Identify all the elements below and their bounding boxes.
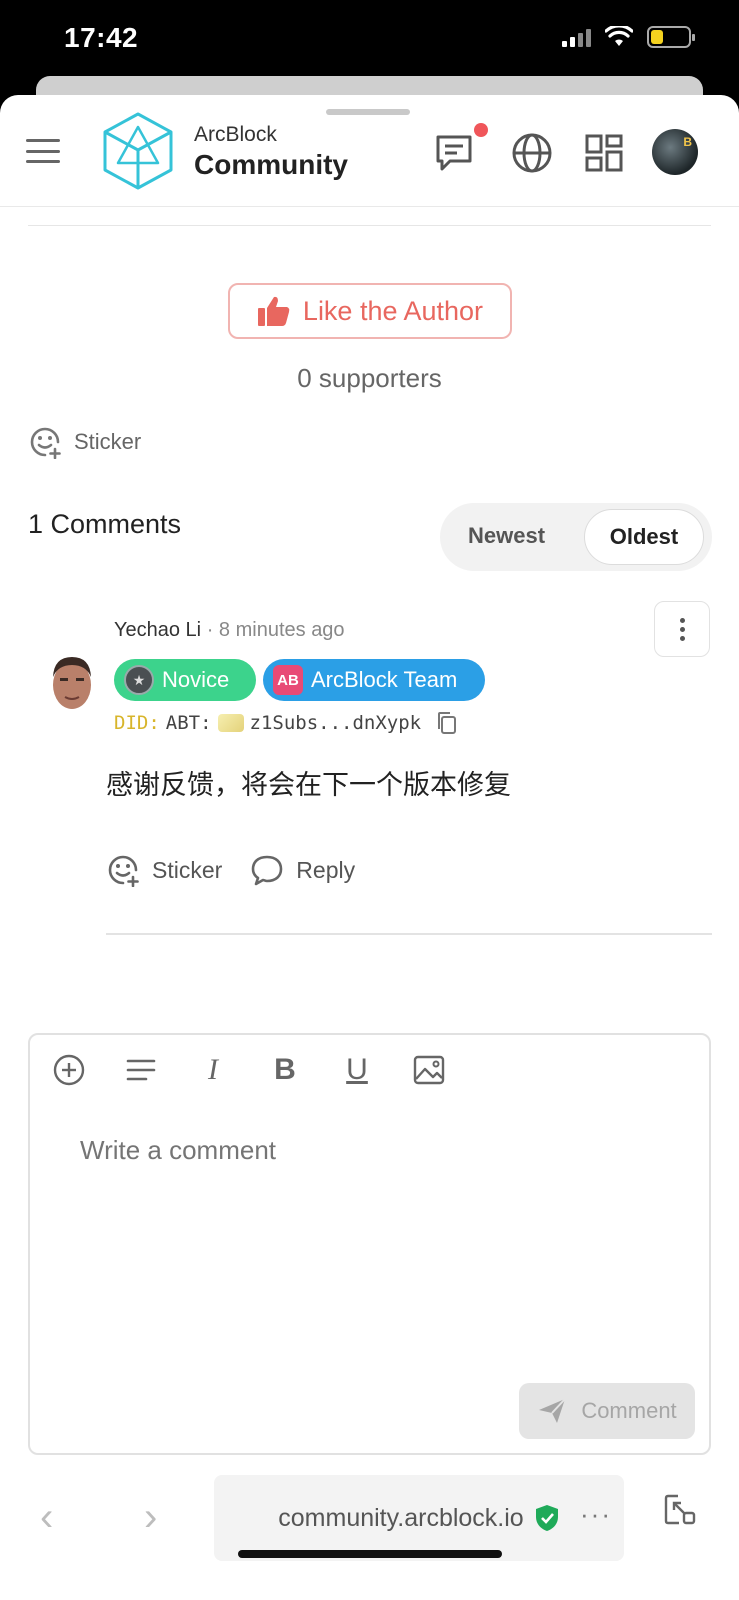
divider [28,225,711,226]
italic-icon[interactable]: I [196,1053,230,1087]
comment-input[interactable] [80,1135,640,1166]
brand-top: ArcBlock [194,123,277,146]
status-time: 17:42 [64,22,139,53]
comment-time: 8 minutes ago [218,619,345,641]
sticker-icon [30,427,61,459]
novice-badge-label: Novice [162,667,230,692]
comment-more-button[interactable] [654,601,710,657]
arcblock-team-icon: AB [273,665,303,695]
meta-separator: · [206,619,214,641]
reply-label: Reply [296,856,356,883]
brand-bottom: Community [194,149,348,180]
battery-icon [647,26,695,48]
address-bar[interactable]: community.arcblock.io [214,1475,624,1561]
underline-icon[interactable]: U [340,1053,374,1087]
editor-toolbar: I B U [52,1053,446,1087]
thumbs-up-icon [257,296,290,326]
sticker-label: Sticker [74,429,142,454]
did-chain: ABT: [165,712,212,734]
divider [106,933,712,935]
copy-icon[interactable] [435,711,457,735]
like-author-button[interactable]: Like the Author [228,283,512,339]
did-avatar-icon [217,714,244,732]
commenter-avatar[interactable] [48,651,96,713]
team-badge: AB ArcBlock Team [263,659,485,701]
comment-sticker-button[interactable]: Sticker [106,853,222,887]
collapse-window-icon[interactable] [664,1493,696,1525]
browser-toolbar: ‹ › community.arcblock.io ··· [0,1467,739,1600]
page-sheet: ArcBlock Community B Like the Author 0 s… [0,95,739,1600]
comment-author[interactable]: Yechao Li [114,619,201,641]
send-icon [539,1398,567,1423]
sort-oldest-button[interactable]: Oldest [584,509,704,565]
secure-shield-icon [535,1505,558,1531]
app-header: ArcBlock Community [0,95,739,207]
apps-icon[interactable] [582,131,626,175]
back-arrow-icon[interactable]: ‹ [40,1495,53,1540]
did-value: z1Subs...dnXypk [249,712,422,734]
comment-sticker-label: Sticker [152,856,223,883]
menu-icon[interactable] [26,139,60,163]
team-badge-label: ArcBlock Team [311,667,458,692]
sticker-icon [108,855,139,887]
address-bar-url: community.arcblock.io [278,1503,524,1532]
star-icon: ★ [124,665,154,695]
did-address: DID: ABT: z1Subs...dnXypk [114,711,457,735]
reply-button[interactable]: Reply [250,854,355,886]
more-options-icon[interactable]: ··· [580,1499,612,1530]
avatar[interactable] [652,129,698,175]
reply-icon [251,855,283,886]
comments-title: 1 Comments [28,509,182,539]
sort-newest-button[interactable]: Newest [468,523,545,549]
comment-body: 感谢反馈，将会在下一个版本修复 [106,770,511,801]
supporters-count: 0 supporters [297,363,442,393]
logo-icon[interactable] [102,111,174,191]
novice-badge: ★ Novice [114,659,256,701]
submit-comment-button[interactable]: Comment [519,1383,695,1439]
paragraph-icon[interactable] [124,1053,158,1087]
image-icon[interactable] [412,1053,446,1087]
status-icons [562,26,695,48]
wifi-icon [605,26,633,46]
comment-editor: I B U Comment [28,1033,711,1455]
chat-icon[interactable] [432,131,476,175]
did-prefix: DID: [114,712,160,734]
sort-toggle: Newest Oldest [440,503,712,571]
signal-icon [562,27,591,47]
like-author-label: Like the Author [302,295,484,326]
post-sticker-button[interactable]: Sticker [28,425,141,459]
submit-comment-label: Comment [581,1398,677,1423]
home-indicator [238,1550,502,1558]
add-icon[interactable] [52,1053,86,1087]
forward-arrow-icon[interactable]: › [144,1495,157,1540]
comment-meta: Yechao Li · 8 minutes ago [114,619,345,642]
globe-icon[interactable] [510,131,554,175]
brand-title[interactable]: ArcBlock Community [194,123,348,181]
comment-actions: Sticker Reply [106,853,355,887]
notification-dot [474,123,488,137]
bold-icon[interactable]: B [268,1053,302,1087]
